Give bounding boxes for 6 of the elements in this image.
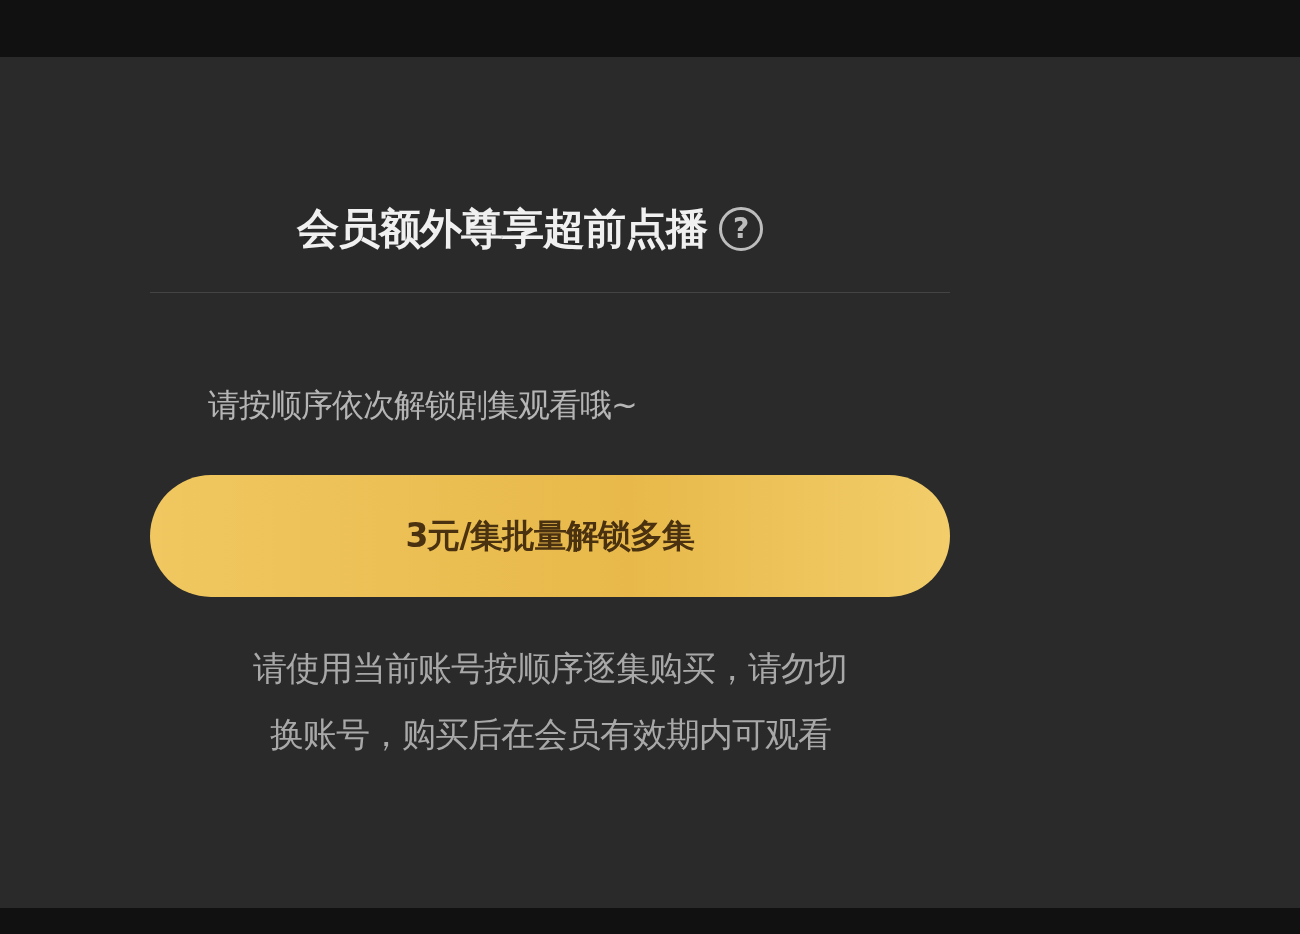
note-text: 换账号，购买后在会员有效期内可观看 bbox=[269, 713, 831, 756]
hint-text: 请按顺序依次解锁剧集观看哦~ bbox=[208, 385, 638, 426]
help-icon[interactable]: ? bbox=[719, 206, 763, 251]
unlock-button[interactable]: 3元/集批量解锁多集 bbox=[150, 475, 950, 597]
panel-title: 会员额外尊享超前点播 bbox=[297, 203, 707, 255]
note-text: 请使用当前账号按顺序逐集购买，请勿切 bbox=[253, 647, 847, 690]
